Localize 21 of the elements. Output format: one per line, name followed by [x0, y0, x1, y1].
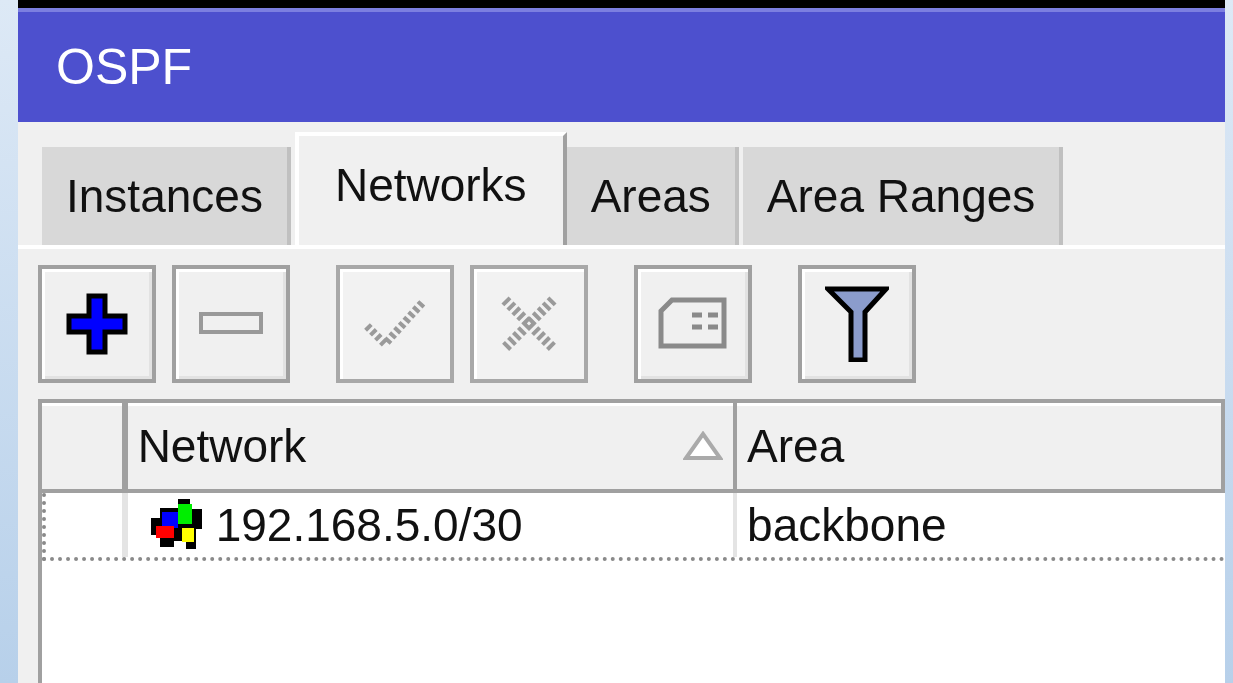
table-cell: 192.168.5.0/30: [215, 498, 523, 552]
comment-button[interactable]: [634, 265, 752, 383]
tab[interactable]: Areas: [566, 147, 739, 245]
tab[interactable]: Instances: [42, 147, 291, 245]
add-button[interactable]: [38, 265, 156, 383]
column-header[interactable]: Network: [127, 403, 738, 489]
filter-icon: [825, 286, 889, 362]
column-label: Area: [747, 419, 845, 473]
column-header[interactable]: Area: [737, 403, 1225, 489]
note-icon: [658, 297, 728, 351]
filter-button[interactable]: [798, 265, 916, 383]
tab[interactable]: Area Ranges: [742, 147, 1064, 245]
tab[interactable]: Networks: [294, 132, 567, 245]
window-title: OSPF: [56, 38, 193, 96]
plus-icon: [65, 292, 129, 356]
table-row[interactable]: 192.168.5.0/30 backbone: [42, 493, 1225, 561]
minus-icon: [199, 312, 263, 336]
cross-icon: [499, 294, 559, 354]
column-label: Network: [137, 419, 307, 473]
remove-button[interactable]: [172, 265, 290, 383]
table-cell: backbone: [747, 498, 947, 552]
